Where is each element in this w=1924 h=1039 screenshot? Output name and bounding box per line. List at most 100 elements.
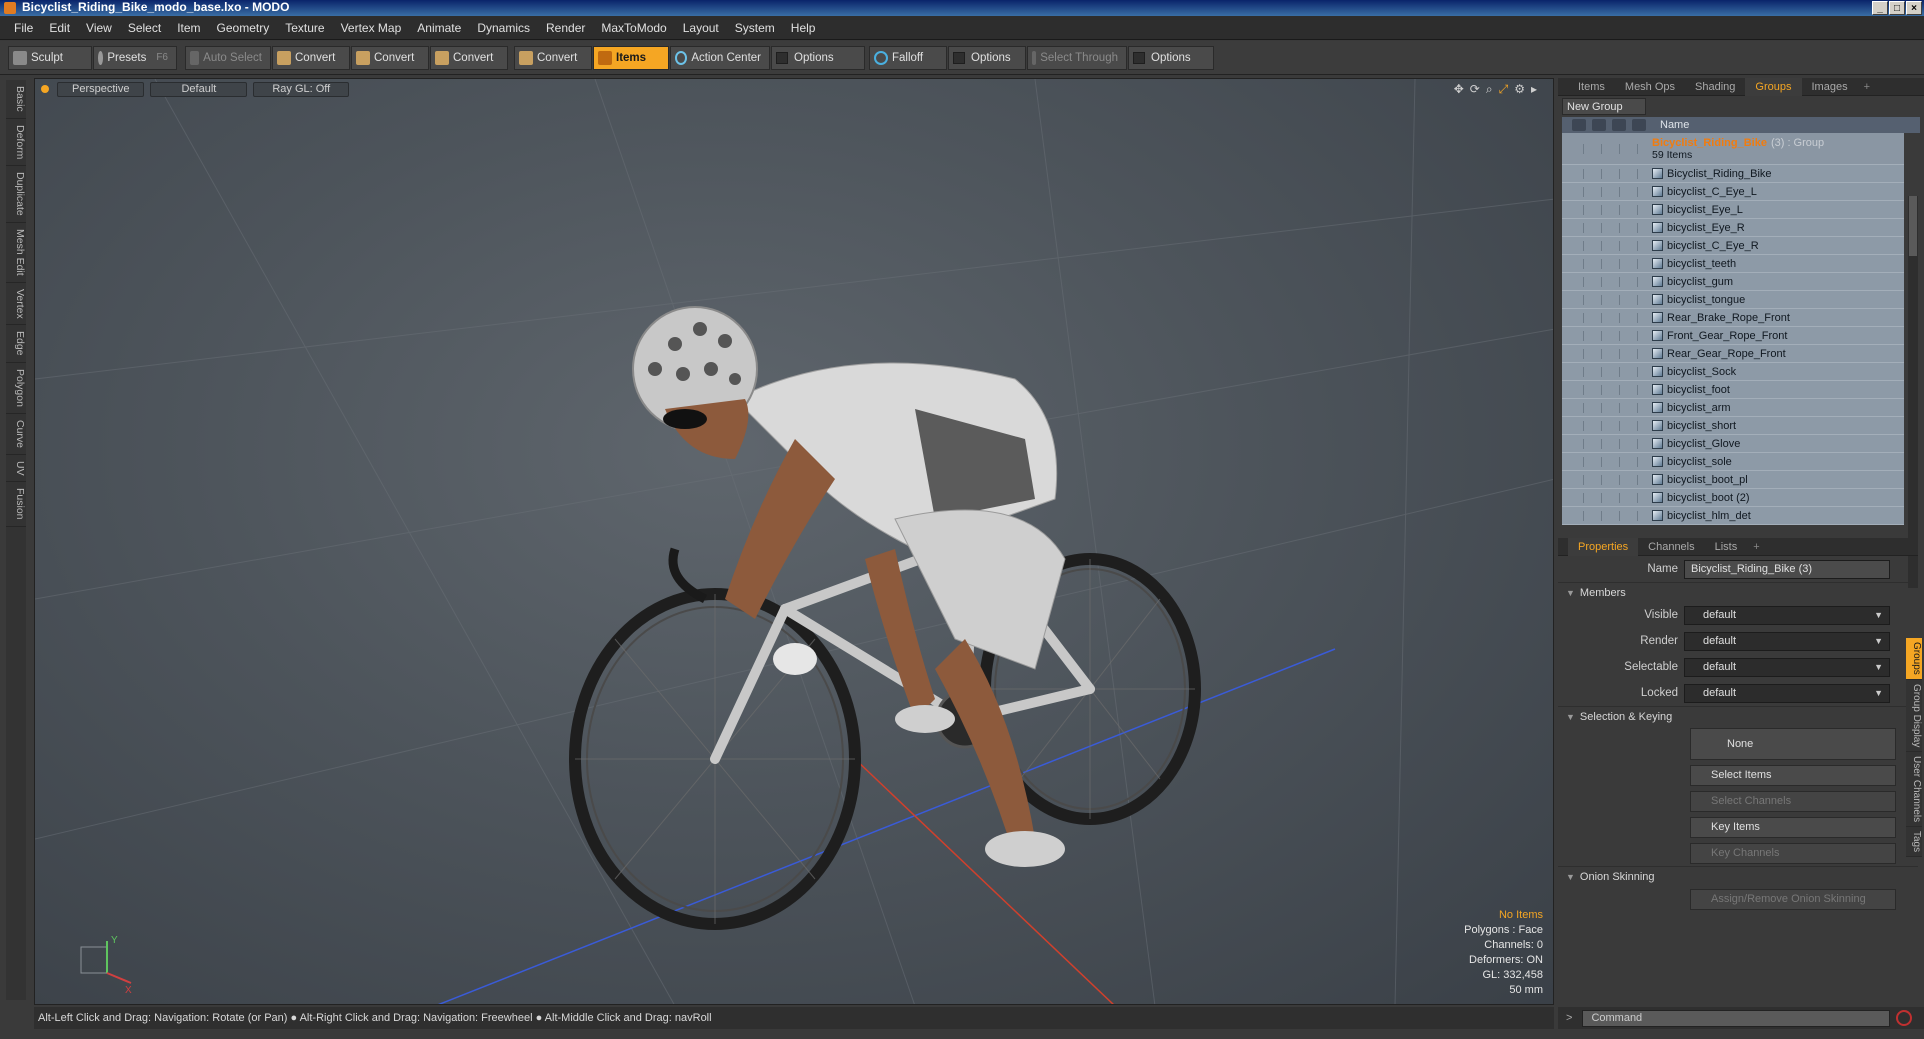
selection-keying-section[interactable]: ▼ Selection & Keying (1558, 706, 1918, 726)
list-item[interactable]: bicyclist_Glove (1562, 435, 1904, 453)
maximize-button[interactable]: □ (1889, 1, 1905, 15)
convert-button-2[interactable]: Convert (351, 45, 429, 70)
menu-render[interactable]: Render (538, 21, 593, 35)
settings-icon[interactable]: ⚙ (1514, 82, 1525, 97)
menu-help[interactable]: Help (783, 21, 824, 35)
key-items-button[interactable]: Key Items (1690, 816, 1896, 838)
list-item[interactable]: bicyclist_gum (1562, 273, 1904, 291)
list-item[interactable]: bicyclist_sole (1562, 453, 1904, 471)
list-item[interactable]: bicyclist_arm (1562, 399, 1904, 417)
minimize-button[interactable]: _ (1872, 1, 1888, 15)
assign-onion-button[interactable]: Assign/Remove Onion Skinning (1690, 888, 1896, 910)
tab-mesh-ops[interactable]: Mesh Ops (1615, 78, 1685, 96)
members-section[interactable]: ▼ Members (1558, 582, 1918, 602)
options-checkbox[interactable] (1133, 51, 1145, 64)
tab-vertex[interactable]: Vertex (6, 283, 26, 326)
list-item[interactable]: bicyclist_boot (2) (1562, 489, 1904, 507)
menu-view[interactable]: View (78, 21, 120, 35)
list-item[interactable]: bicyclist_hlm_det (1562, 507, 1904, 525)
tab-mesh-edit[interactable]: Mesh Edit (6, 223, 26, 283)
tab-duplicate[interactable]: Duplicate (6, 166, 26, 223)
group-row[interactable]: Bicyclist_Riding_Bike (3) : Group 59 Item… (1562, 133, 1904, 165)
menu-vertex-map[interactable]: Vertex Map (333, 21, 410, 35)
menu-maxtomodo[interactable]: MaxToModo (593, 21, 674, 35)
items-mode-button[interactable]: Items (593, 45, 669, 70)
convert-button-1[interactable]: Convert (272, 45, 350, 70)
presets-button[interactable]: Presets F6 (93, 45, 177, 70)
key-channels-button[interactable]: Key Channels (1690, 842, 1896, 864)
options-checkbox[interactable] (953, 51, 965, 64)
tab-curve[interactable]: Curve (6, 414, 26, 455)
auto-select-button[interactable]: Auto Select (185, 45, 271, 70)
render-col-icon[interactable] (1592, 119, 1606, 131)
side-tab-groups[interactable]: Groups (1906, 638, 1922, 680)
list-item[interactable]: bicyclist_foot (1562, 381, 1904, 399)
menu-layout[interactable]: Layout (675, 21, 727, 35)
convert-button-3[interactable]: Convert (430, 45, 508, 70)
fit-view-icon[interactable]: ⤢ (1499, 82, 1509, 97)
select-col-icon[interactable] (1632, 119, 1646, 131)
menu-item[interactable]: Item (169, 21, 208, 35)
visibility-col-icon[interactable] (1572, 119, 1586, 131)
list-item[interactable]: bicyclist_Eye_L (1562, 201, 1904, 219)
list-item[interactable]: bicyclist_tongue (1562, 291, 1904, 309)
3d-viewport[interactable]: Y X Perspective Default Ray GL: Off ✥ ⟳ … (34, 78, 1554, 1005)
list-item[interactable]: bicyclist_C_Eye_L (1562, 183, 1904, 201)
list-item[interactable]: Rear_Gear_Rope_Front (1562, 345, 1904, 363)
list-item[interactable]: bicyclist_teeth (1562, 255, 1904, 273)
rotate-view-icon[interactable]: ⟳ (1470, 82, 1480, 97)
tab-groups[interactable]: Groups (1745, 77, 1802, 96)
tab-fusion[interactable]: Fusion (6, 482, 26, 527)
side-tab-user-channels[interactable]: User Channels (1906, 752, 1922, 828)
list-item[interactable]: Rear_Brake_Rope_Front (1562, 309, 1904, 327)
falloff-options[interactable]: Options (948, 45, 1026, 70)
more-arrow-icon[interactable]: ▸ (1531, 82, 1537, 97)
menu-dynamics[interactable]: Dynamics (469, 21, 538, 35)
shading-dropdown[interactable]: Default (150, 81, 248, 97)
scrollbar-thumb[interactable] (1909, 196, 1917, 256)
options-checkbox[interactable] (776, 51, 788, 64)
view-mode-dropdown[interactable]: Perspective (57, 81, 145, 97)
menu-file[interactable]: File (6, 21, 41, 35)
tab-polygon[interactable]: Polygon (6, 363, 26, 414)
tab-basic[interactable]: Basic (6, 80, 26, 119)
list-item[interactable]: Bicyclist_Riding_Bike (1562, 165, 1904, 183)
tab-deform[interactable]: Deform (6, 119, 26, 167)
selectable-dropdown[interactable]: default ▼ (1684, 657, 1890, 677)
tab-edge[interactable]: Edge (6, 325, 26, 363)
tab-lists[interactable]: Lists (1705, 538, 1748, 556)
add-tab-icon[interactable]: + (1858, 78, 1876, 96)
lock-col-icon[interactable] (1612, 119, 1626, 131)
close-button[interactable]: × (1906, 1, 1922, 15)
tab-shading[interactable]: Shading (1685, 78, 1745, 96)
tab-channels[interactable]: Channels (1638, 538, 1704, 556)
menu-animate[interactable]: Animate (409, 21, 469, 35)
locked-dropdown[interactable]: default ▼ (1684, 683, 1890, 703)
zoom-view-icon[interactable]: ⌕ (1486, 82, 1493, 97)
action-center-options[interactable]: Options (771, 45, 865, 70)
list-item[interactable]: Front_Gear_Rope_Front (1562, 327, 1904, 345)
menu-edit[interactable]: Edit (41, 21, 78, 35)
raygl-dropdown[interactable]: Ray GL: Off (253, 81, 350, 97)
list-item[interactable]: bicyclist_Sock (1562, 363, 1904, 381)
sculpt-button[interactable]: Sculpt (8, 45, 92, 70)
tab-properties[interactable]: Properties (1568, 537, 1639, 556)
tab-uv[interactable]: UV (6, 455, 26, 483)
menu-system[interactable]: System (727, 21, 783, 35)
group-name-field[interactable]: Bicyclist_Riding_Bike (3) (1684, 559, 1890, 579)
menu-select[interactable]: Select (120, 21, 169, 35)
menu-texture[interactable]: Texture (277, 21, 332, 35)
action-center-button[interactable]: Action Center (670, 45, 770, 70)
tab-images[interactable]: Images (1802, 78, 1858, 96)
add-tab-icon[interactable]: + (1747, 538, 1765, 556)
record-macro-icon[interactable] (1896, 1010, 1913, 1026)
group-list-scrollbar[interactable] (1908, 196, 1918, 588)
list-item[interactable]: bicyclist_short (1562, 417, 1904, 435)
new-group-button[interactable]: New Group (1562, 98, 1646, 115)
select-channels-button[interactable]: Select Channels (1690, 790, 1896, 812)
side-tab-group-display[interactable]: Group Display (1906, 679, 1922, 753)
name-column-header[interactable]: Name (1660, 119, 1689, 131)
list-item[interactable]: bicyclist_boot_pl (1562, 471, 1904, 489)
menu-geometry[interactable]: Geometry (209, 21, 278, 35)
move-view-icon[interactable]: ✥ (1454, 82, 1464, 97)
